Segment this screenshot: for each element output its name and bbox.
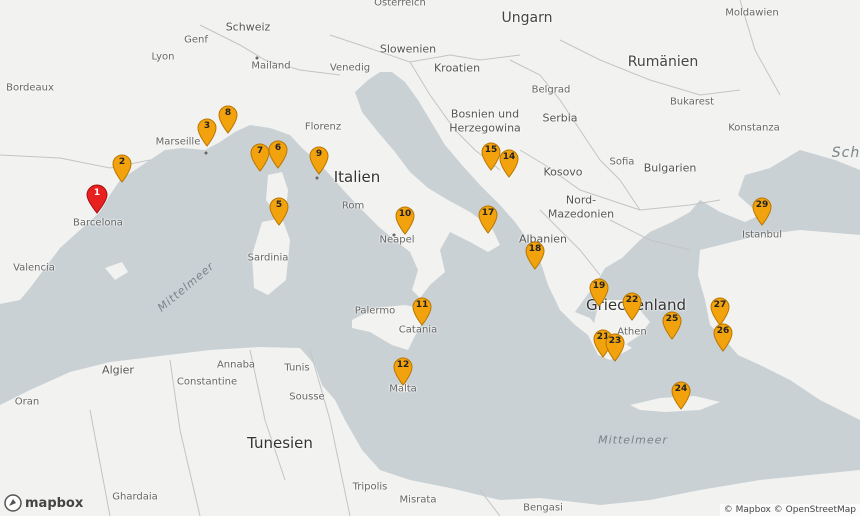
map-basemap [0,0,860,516]
map-marker-25[interactable]: 25 [661,310,683,340]
map-marker-1[interactable]: 1 [86,184,108,214]
marker-label: 10 [398,209,412,219]
mapbox-logo-icon [4,494,22,512]
map-marker-29[interactable]: 29 [751,196,773,226]
map-marker-6[interactable]: 6 [267,139,289,169]
map-marker-19[interactable]: 19 [588,277,610,307]
marker-label: 25 [665,314,679,324]
marker-label: 27 [713,300,727,310]
city-dot [315,176,319,180]
map-canvas[interactable]: Österreich Ungarn Moldawien Schweiz Genf… [0,0,860,516]
marker-label: 9 [315,149,323,159]
marker-label: 8 [224,108,232,118]
marker-label: 29 [755,200,769,210]
marker-label: 12 [396,360,410,370]
city-dot [255,56,259,60]
city-dot [204,151,208,155]
marker-label: 17 [481,208,495,218]
marker-label: 24 [674,384,688,394]
map-attribution[interactable]: © Mapbox © OpenStreetMap [719,504,860,516]
map-marker-8[interactable]: 8 [217,104,239,134]
mapbox-logo-text: mapbox [25,495,84,511]
marker-label: 1 [93,188,101,198]
marker-label: 3 [203,121,211,131]
map-marker-2[interactable]: 2 [111,153,133,183]
marker-label: 2 [118,157,126,167]
map-marker-10[interactable]: 10 [394,205,416,235]
map-marker-14[interactable]: 14 [498,148,520,178]
marker-label: 22 [625,295,639,305]
marker-label: 5 [275,200,283,210]
map-marker-12[interactable]: 12 [392,356,414,386]
mapbox-logo[interactable]: mapbox [4,494,83,512]
map-marker-22[interactable]: 22 [621,291,643,321]
marker-label: 6 [274,143,282,153]
map-marker-23[interactable]: 23 [604,332,626,362]
marker-label: 23 [608,336,622,346]
map-marker-24[interactable]: 24 [670,380,692,410]
map-marker-17[interactable]: 17 [477,204,499,234]
map-marker-3[interactable]: 3 [196,117,218,147]
marker-label: 19 [592,281,606,291]
map-marker-18[interactable]: 18 [524,240,546,270]
marker-label: 26 [716,326,730,336]
map-marker-9[interactable]: 9 [308,145,330,175]
marker-label: 18 [528,244,542,254]
marker-label: 11 [415,300,429,310]
map-marker-26[interactable]: 26 [712,322,734,352]
map-marker-11[interactable]: 11 [411,296,433,326]
map-marker-5[interactable]: 5 [268,196,290,226]
marker-label: 14 [502,152,516,162]
